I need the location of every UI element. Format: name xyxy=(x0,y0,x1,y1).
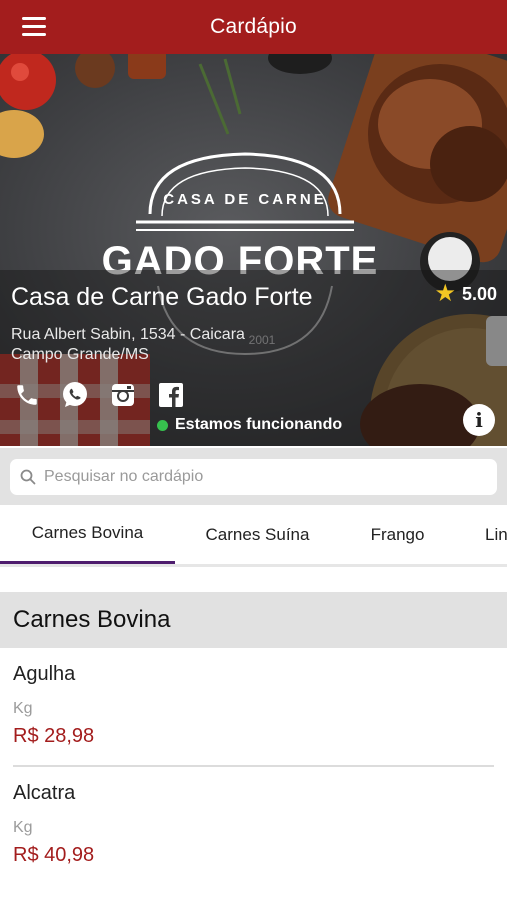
status-dot-icon xyxy=(157,419,168,431)
open-status: Estamos funcionando xyxy=(157,416,342,434)
menu-item[interactable]: Alcatra Kg R$ 40,98 xyxy=(0,782,507,872)
item-name: Alcatra xyxy=(13,782,76,804)
page-title: Cardápio xyxy=(210,15,297,38)
item-price: R$ 28,98 xyxy=(13,725,95,747)
instagram-icon[interactable] xyxy=(106,380,140,410)
tab-carnes-suina[interactable]: Carnes Suína xyxy=(175,505,340,564)
tab-partial[interactable]: Lin xyxy=(470,505,507,564)
app-bar: Cardápio xyxy=(0,0,507,54)
item-name: Agulha xyxy=(13,663,76,685)
search-box[interactable] xyxy=(10,459,497,495)
search-icon xyxy=(20,469,36,485)
item-unit: Kg xyxy=(13,700,33,717)
tab-carnes-bovina[interactable]: Carnes Bovina xyxy=(0,505,175,564)
social-links xyxy=(10,380,188,410)
menu-item[interactable]: Agulha Kg R$ 28,98 xyxy=(0,663,507,753)
restaurant-name: Casa de Carne Gado Forte xyxy=(11,283,313,311)
item-unit: Kg xyxy=(13,819,33,836)
search-bar-container xyxy=(0,448,507,505)
rating-value: 5.00 xyxy=(461,283,497,304)
restaurant-cover: CASA DE CARNE GADO FORTE 2001 Casa de Ca… xyxy=(0,54,507,446)
menu-icon[interactable] xyxy=(22,17,48,37)
star-icon: ★ xyxy=(434,280,456,307)
whatsapp-icon[interactable] xyxy=(58,380,92,410)
address-line-1: Rua Albert Sabin, 1534 - Caicara xyxy=(11,326,245,343)
item-price: R$ 40,98 xyxy=(13,844,95,866)
facebook-icon[interactable] xyxy=(154,380,188,410)
section-title: Carnes Bovina xyxy=(0,592,507,648)
divider xyxy=(13,765,494,767)
logo-arc-text: CASA DE CARNE xyxy=(163,191,326,208)
search-input[interactable] xyxy=(44,468,464,486)
tab-frango[interactable]: Frango xyxy=(340,505,455,564)
phone-icon[interactable] xyxy=(10,380,44,410)
info-icon[interactable]: i xyxy=(463,404,495,436)
address-line-2: Campo Grande/MS xyxy=(11,346,149,363)
status-text: Estamos funcionando xyxy=(175,416,343,433)
rating: ★ 5.00 xyxy=(434,282,497,306)
category-tabs: Carnes Bovina Carnes Suína Frango Lin xyxy=(0,505,507,567)
